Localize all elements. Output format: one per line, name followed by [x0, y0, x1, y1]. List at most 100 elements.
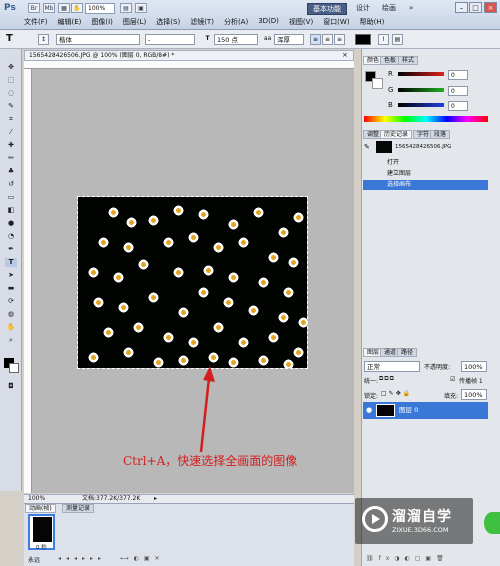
lasso-tool-icon[interactable]: ◌ [5, 89, 17, 98]
tab-history[interactable]: 历史记录 [380, 130, 413, 139]
menu-help[interactable]: 帮助(H) [360, 17, 385, 27]
lock-icons[interactable]: □✎✥🔒 [381, 390, 412, 397]
maximize-button[interactable]: □ [469, 2, 482, 13]
workspace-more[interactable]: » [404, 3, 418, 15]
zoom-tool-icon[interactable]: ⌕ [5, 336, 17, 345]
gradient-tool-icon[interactable]: ◧ [5, 206, 17, 215]
history-snapshot-thumbnail[interactable] [376, 141, 392, 153]
3d-rotate-icon[interactable]: ⟳ [5, 297, 17, 306]
color-slider-g[interactable] [398, 88, 444, 92]
menu-edit[interactable]: 编辑(E) [58, 17, 82, 27]
font-family-select[interactable]: 楷体 [56, 34, 140, 45]
text-color-swatch[interactable] [355, 34, 371, 45]
history-snapshot-name[interactable]: 1565428426506.JPG [395, 144, 451, 150]
menu-file[interactable]: 文件(F) [24, 17, 48, 27]
frame-tools-icon[interactable]: ⟷◐▣✕ [120, 555, 165, 562]
layer-visibility-eye-icon[interactable]: ● [366, 402, 372, 419]
workspace-essentials[interactable]: 基本功能 [307, 3, 347, 15]
menu-select[interactable]: 选择(S) [156, 17, 180, 27]
color-value-g[interactable]: 0 [448, 86, 468, 96]
history-item[interactable]: 打开 [363, 158, 488, 168]
blend-mode-select[interactable]: 正常 [364, 361, 420, 372]
eraser-tool-icon[interactable]: ▭ [5, 193, 17, 202]
playback-controls-icon[interactable]: ◂◂◂▸▸▸ [58, 555, 106, 562]
tab-measurement-log[interactable]: 测量记录 [62, 504, 95, 513]
font-size-select[interactable]: 150 点 [214, 34, 258, 45]
crop-tool-icon[interactable]: ⌗ [5, 115, 17, 124]
align-left-icon[interactable]: ≡ [310, 34, 321, 45]
menu-image[interactable]: 图像(I) [91, 17, 113, 27]
workspace-painting[interactable]: 绘画 [377, 3, 401, 15]
history-item[interactable]: 建立图层 [363, 169, 488, 179]
text-tool-preset-icon[interactable]: T [6, 33, 13, 44]
pen-tool-icon[interactable]: ✒ [5, 245, 17, 254]
document-tab[interactable]: 1565428426506.JPG @ 100% (图层 0, RGB/8#) … [24, 50, 354, 61]
side-float-button[interactable] [484, 512, 500, 534]
unify-icons[interactable]: ⧉⧉⧉ [379, 375, 395, 383]
menu-window[interactable]: 窗口(W) [323, 17, 349, 27]
tab-paragraph[interactable]: 段落 [430, 130, 451, 139]
background-color-swatch[interactable] [9, 363, 19, 373]
dodge-tool-icon[interactable]: ◔ [5, 232, 17, 241]
color-background-swatch[interactable] [372, 78, 383, 89]
healing-brush-icon[interactable]: ✚ [5, 141, 17, 150]
close-document-icon[interactable]: × [342, 51, 348, 59]
menu-filter[interactable]: 滤镜(T) [190, 17, 214, 27]
orientation-toggle-icon[interactable]: ↕ [38, 34, 49, 45]
workspace-design[interactable]: 设计 [351, 3, 375, 15]
path-select-icon[interactable]: ➤ [5, 271, 17, 280]
bridge-icon[interactable]: Br [28, 3, 40, 13]
opacity-input[interactable]: 100% [461, 361, 487, 372]
history-item-selected[interactable]: 选择画布 [363, 180, 488, 190]
hand-tool-icon[interactable]: ✋ [5, 323, 17, 332]
loop-select[interactable]: 永远 [28, 555, 40, 564]
close-button[interactable]: × [484, 2, 497, 13]
arrange-documents-icon[interactable]: ▤ [120, 3, 132, 13]
color-slider-r[interactable] [398, 72, 444, 76]
screen-mode-icon[interactable]: ▣ [135, 3, 147, 13]
align-right-icon[interactable]: ≡ [334, 34, 345, 45]
layer-row[interactable]: ● 图层 0 [363, 402, 488, 419]
color-slider-b[interactable] [398, 103, 444, 107]
hand-zoom-icon[interactable]: ✋ [71, 3, 83, 13]
shape-tool-icon[interactable]: ▬ [5, 284, 17, 293]
type-tool-icon[interactable]: T [5, 258, 17, 267]
3d-orbit-icon[interactable]: ◍ [5, 310, 17, 319]
extras-icon[interactable]: ▦ [58, 3, 70, 13]
warp-text-icon[interactable]: ⌇ [378, 34, 389, 45]
clone-stamp-icon[interactable]: ♣ [5, 167, 17, 176]
menu-3d[interactable]: 3D(D) [258, 17, 279, 27]
layer-name[interactable]: 图层 0 [399, 402, 418, 419]
layer-actions-icons[interactable]: ⛓fx◑◐▢▣🗑 [366, 555, 449, 562]
align-center-icon[interactable]: ≡ [322, 34, 333, 45]
font-style-select[interactable]: - [145, 34, 195, 45]
eyedropper-tool-icon[interactable]: ⁄ [5, 128, 17, 137]
blur-tool-icon[interactable]: ● [5, 219, 17, 228]
move-tool-icon[interactable]: ✥ [5, 63, 17, 72]
quick-mask-icon[interactable]: ◘ [5, 382, 17, 391]
tab-swatches[interactable]: 色板 [380, 56, 401, 65]
tab-styles[interactable]: 样式 [398, 56, 419, 65]
marquee-tool-icon[interactable]: ⬚ [5, 76, 17, 85]
minimize-button[interactable]: – [455, 2, 468, 13]
frame-delay[interactable]: 0 秒 [36, 543, 47, 551]
daisy-image[interactable] [77, 196, 308, 369]
menu-view[interactable]: 视图(V) [289, 17, 313, 27]
anti-alias-select[interactable]: 浑厚 [274, 34, 304, 45]
quick-select-tool-icon[interactable]: ✎ [5, 102, 17, 111]
menu-analysis[interactable]: 分析(A) [224, 17, 248, 27]
tab-animation[interactable]: 动画(帧) [25, 504, 56, 513]
character-panel-icon[interactable]: ▤ [392, 34, 403, 45]
color-spectrum-bar[interactable] [364, 116, 488, 122]
animation-frame[interactable]: 0 秒 [28, 514, 55, 551]
tab-paths[interactable]: 路径 [397, 348, 418, 357]
history-brush-source-icon[interactable]: ✎ [364, 143, 370, 151]
brush-tool-icon[interactable]: ✏ [5, 154, 17, 163]
color-value-b[interactable]: 0 [448, 101, 468, 111]
zoom-select[interactable]: 100% [85, 3, 115, 14]
color-value-r[interactable]: 0 [448, 70, 468, 80]
minibridge-icon[interactable]: Mb [43, 3, 55, 13]
status-zoom[interactable]: 100% [28, 495, 45, 503]
history-brush-icon[interactable]: ↺ [5, 180, 17, 189]
propagate-checkbox[interactable]: ☑ [450, 376, 455, 383]
